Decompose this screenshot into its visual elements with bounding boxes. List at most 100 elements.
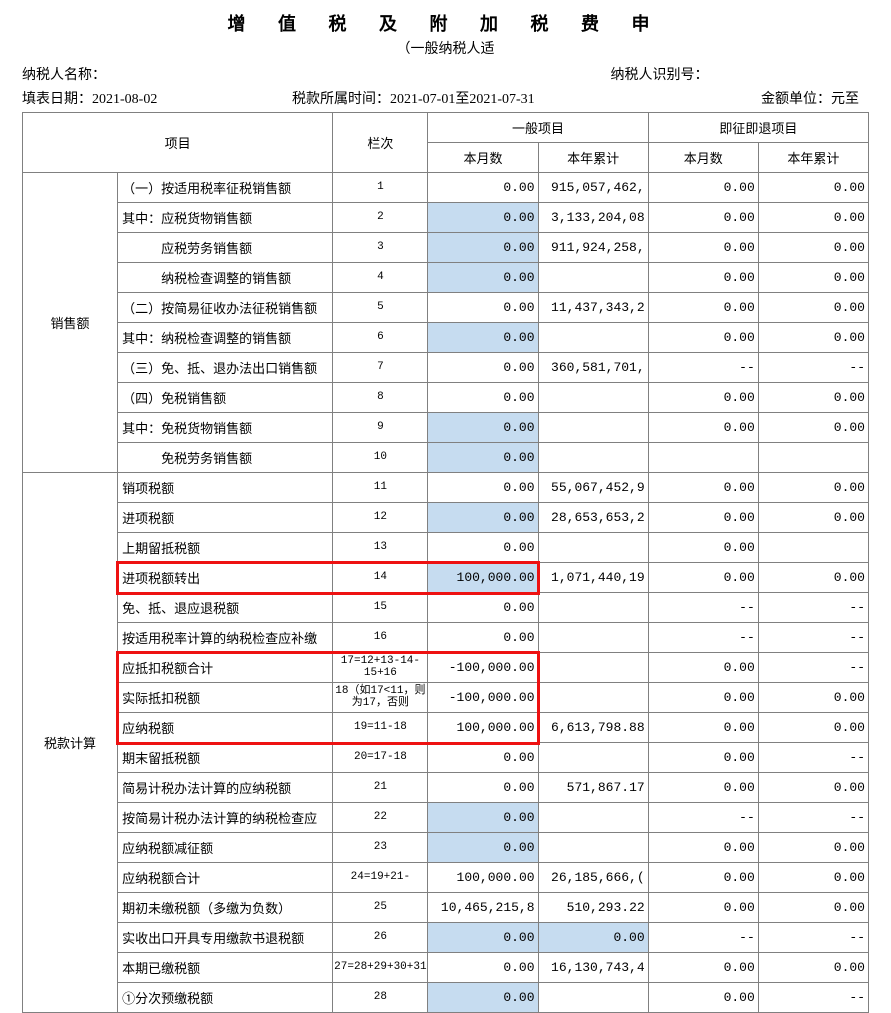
- general-month-cell: 0.00: [428, 533, 538, 563]
- refund-year-cell: --: [758, 353, 868, 383]
- general-month-input[interactable]: [428, 833, 537, 862]
- refund-year-cell: 0.00: [758, 473, 868, 503]
- table-row: 实收出口开具专用缴款书退税额26----: [23, 923, 869, 953]
- row-label: ①分次预缴税额: [118, 983, 333, 1013]
- refund-year-cell: 0.00: [758, 773, 868, 803]
- table-row: ①分次预缴税额280.00--: [23, 983, 869, 1013]
- general-year-cell: 571,867.17: [538, 773, 648, 803]
- general-month-input[interactable]: [428, 803, 537, 832]
- taxpayer-id-label: 纳税人识别号：: [281, 64, 870, 84]
- row-column-num: 27=28+29+30+31: [333, 953, 428, 983]
- row-label: 应税劳务销售额: [118, 233, 333, 263]
- general-month-cell: 10,465,215,8: [428, 893, 538, 923]
- refund-month-cell: 0.00: [648, 293, 758, 323]
- refund-month-cell: 0.00: [648, 773, 758, 803]
- refund-year-cell: --: [758, 803, 868, 833]
- general-year-cell: [538, 833, 648, 863]
- refund-year-cell: --: [758, 743, 868, 773]
- general-month-input[interactable]: [428, 203, 537, 232]
- general-year-cell: 11,437,343,2: [538, 293, 648, 323]
- row-label: （三）免、抵、退办法出口销售额: [118, 353, 333, 383]
- general-year-cell: 16,130,743,4: [538, 953, 648, 983]
- general-month-cell: [428, 503, 538, 533]
- general-year-cell: 911,924,258,: [538, 233, 648, 263]
- table-row: 其中：免税货物销售额90.000.00: [23, 413, 869, 443]
- hdr-item: 项目: [23, 113, 333, 173]
- general-month-cell: [428, 983, 538, 1013]
- hdr-col: 栏次: [333, 113, 428, 173]
- row-label: 其中：纳税检查调整的销售额: [118, 323, 333, 353]
- refund-month-cell: 0.00: [648, 743, 758, 773]
- general-month-cell: [428, 443, 538, 473]
- refund-month-cell: 0.00: [648, 563, 758, 593]
- general-month-input[interactable]: [428, 503, 537, 532]
- row-column-num: 2: [333, 203, 428, 233]
- refund-month-cell: 0.00: [648, 473, 758, 503]
- table-row: 上期留抵税额130.000.00: [23, 533, 869, 563]
- table-row: 免、抵、退应退税额150.00----: [23, 593, 869, 623]
- general-month-input[interactable]: [428, 983, 537, 1012]
- table-row: 简易计税办法计算的应纳税额210.00571,867.170.000.00: [23, 773, 869, 803]
- row-column-num: 20=17-18: [333, 743, 428, 773]
- general-month-input[interactable]: [428, 323, 537, 352]
- general-year-cell: 360,581,701,: [538, 353, 648, 383]
- refund-month-cell: --: [648, 593, 758, 623]
- row-label: 期初未缴税额（多缴为负数）: [118, 893, 333, 923]
- row-column-num: 25: [333, 893, 428, 923]
- row-column-num: 13: [333, 533, 428, 563]
- table-row: 纳税检查调整的销售额40.000.00: [23, 263, 869, 293]
- general-year-cell: [538, 683, 648, 713]
- refund-year-cell: 0.00: [758, 833, 868, 863]
- table-row: 按适用税率计算的纳税检查应补缴160.00----: [23, 623, 869, 653]
- row-label: 期末留抵税额: [118, 743, 333, 773]
- general-year-input[interactable]: [539, 923, 648, 952]
- refund-year-cell: 0.00: [758, 383, 868, 413]
- page-title: 增 值 税 及 附 加 税 费 申: [22, 10, 869, 36]
- table-row: 期初未缴税额（多缴为负数）2510,465,215,8510,293.220.0…: [23, 893, 869, 923]
- general-month-cell: 0.00: [428, 593, 538, 623]
- general-month-cell: 0.00: [428, 293, 538, 323]
- general-year-cell: [538, 443, 648, 473]
- general-month-cell: -100,000.00: [428, 683, 538, 713]
- row-column-num: 22: [333, 803, 428, 833]
- general-month-input[interactable]: [428, 923, 537, 952]
- general-month-cell: [428, 263, 538, 293]
- row-label: 应纳税额合计: [118, 863, 333, 893]
- row-column-num: 7: [333, 353, 428, 383]
- general-month-input[interactable]: [428, 233, 537, 262]
- table-row: 进项税额转出141,071,440,190.000.00: [23, 563, 869, 593]
- general-month-input[interactable]: [428, 443, 537, 472]
- tax-table: 项目 栏次 一般项目 即征即退项目 本月数 本年累计 本月数 本年累计 销售额（…: [22, 112, 869, 1013]
- general-month-input[interactable]: [428, 263, 537, 292]
- refund-month-cell: 0.00: [648, 953, 758, 983]
- general-month-cell: 0.00: [428, 623, 538, 653]
- general-year-cell: 6,613,798.88: [538, 713, 648, 743]
- row-label: （四）免税销售额: [118, 383, 333, 413]
- refund-year-cell: --: [758, 923, 868, 953]
- table-row: 按简易计税办法计算的纳税检查应22----: [23, 803, 869, 833]
- general-year-cell: 3,133,204,08: [538, 203, 648, 233]
- general-month-cell: 0.00: [428, 473, 538, 503]
- row-column-num: 17=12+13-14-15+16: [333, 653, 428, 683]
- table-row: 应税劳务销售额3911,924,258,0.000.00: [23, 233, 869, 263]
- general-month-input[interactable]: [428, 563, 537, 592]
- refund-month-cell: --: [648, 923, 758, 953]
- general-month-cell: [428, 923, 538, 953]
- row-label: 实际抵扣税额: [118, 683, 333, 713]
- general-month-cell: 0.00: [428, 743, 538, 773]
- refund-month-cell: 0.00: [648, 713, 758, 743]
- refund-year-cell: 0.00: [758, 413, 868, 443]
- row-column-num: 28: [333, 983, 428, 1013]
- general-year-cell: 1,071,440,19: [538, 563, 648, 593]
- table-row: 本期已缴税额27=28+29+30+310.0016,130,743,40.00…: [23, 953, 869, 983]
- amount-unit-label: 金额单位：元至: [672, 88, 869, 108]
- row-column-num: 12: [333, 503, 428, 533]
- general-month-cell: 0.00: [428, 383, 538, 413]
- hdr-month-2: 本月数: [648, 143, 758, 173]
- row-label: 应纳税额减征额: [118, 833, 333, 863]
- row-column-num: 16: [333, 623, 428, 653]
- general-year-cell: [538, 263, 648, 293]
- refund-month-cell: 0.00: [648, 503, 758, 533]
- general-month-input[interactable]: [428, 413, 537, 442]
- refund-month-cell: 0.00: [648, 983, 758, 1013]
